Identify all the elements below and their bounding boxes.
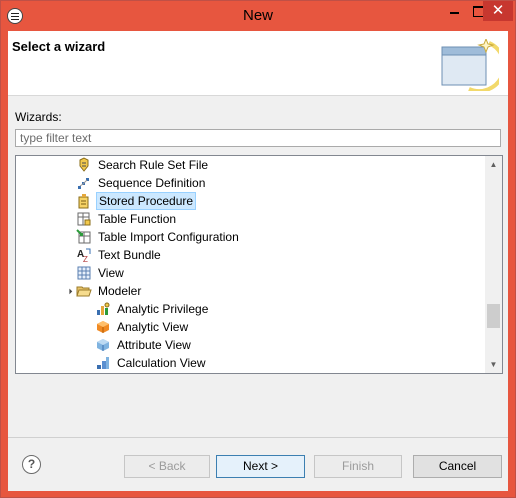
folder-open-icon [76,286,92,297]
filter-input[interactable] [15,129,501,147]
calculation-view-icon [97,357,109,369]
scroll-thumb[interactable] [487,304,500,328]
next-button[interactable]: Next > [216,455,305,478]
tree-item-label: Modeler [98,284,142,298]
sequence-icon [78,178,89,189]
tree-item-label: View [98,266,124,280]
table-function-icon [77,212,91,226]
finish-button[interactable]: Finish [314,455,402,478]
tree-item-label: Stored Procedure [96,192,197,210]
wizard-banner: Select a wizard [8,31,508,96]
tree-item-label: Search Rule Set File [98,158,209,172]
page-title: Select a wizard [12,39,106,54]
scroll-up-icon[interactable]: ▲ [485,156,502,173]
dialog-body: Select a wizard Wizards: Search Rule Set… [8,31,508,491]
wizards-label: Wizards: [15,110,62,124]
footer-separator [8,437,508,438]
tree-item-label: Attribute View [117,338,191,352]
tree-item-label: Table Import Configuration [98,230,239,244]
tree-item-label: Sequence Definition [98,176,206,190]
view-icon [77,266,91,280]
back-button[interactable]: < Back [124,455,210,478]
close-button[interactable]: ✕ [483,1,513,21]
rule-set-icon [79,157,89,172]
tree-item-label: Calculation View [117,356,206,370]
new-wizard-banner-icon [441,39,499,91]
table-import-icon [76,229,91,244]
minimize-button[interactable] [441,1,467,21]
wizard-tree[interactable]: Search Rule Set File Sequence Definition… [15,155,503,374]
cancel-button[interactable]: Cancel [413,455,502,478]
svg-text:Z: Z [83,255,88,263]
text-bundle-icon: AZ [77,248,91,263]
attribute-view-icon [97,339,109,351]
analytic-privilege-icon [97,302,110,315]
title-bar[interactable]: New ✕ [1,1,515,31]
tree-item-label: Text Bundle [98,248,161,262]
tree-scrollbar[interactable]: ▲ ▼ [485,156,502,373]
help-icon[interactable]: ? [22,455,41,474]
tree-item-label: Analytic Privilege [117,302,209,316]
scroll-down-icon[interactable]: ▼ [485,356,502,373]
analytic-view-icon [97,321,109,333]
tree-item-label: Table Function [98,212,177,226]
collapse-arrow-icon[interactable] [63,285,73,295]
new-wizard-dialog: New ✕ Select a wizard Wizards: Search Ru… [0,0,516,498]
tree-item-label: Analytic View [117,320,189,334]
stored-procedure-icon [78,194,89,209]
window-title: New [242,7,273,24]
